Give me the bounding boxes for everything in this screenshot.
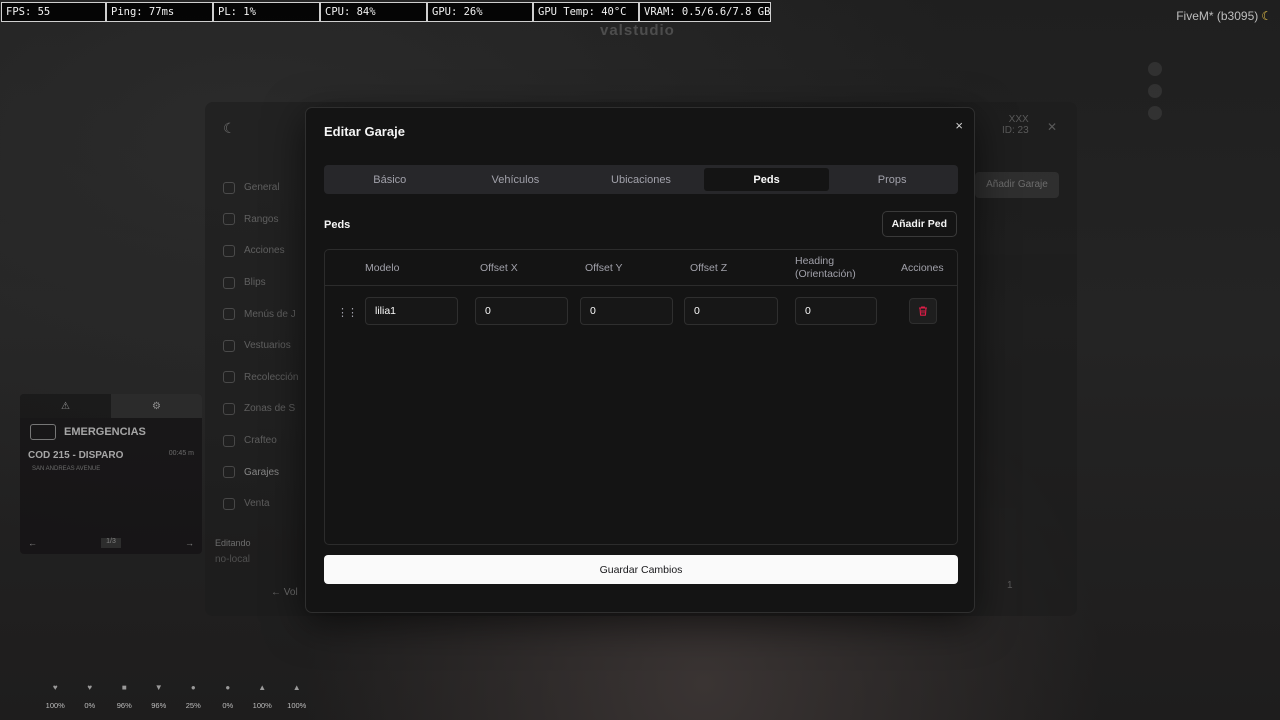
back-button[interactable]: ← Vol bbox=[271, 587, 298, 598]
column-header-offset-z: Offset Z bbox=[690, 261, 728, 274]
heading-input[interactable] bbox=[795, 297, 877, 325]
alert-tab-icon[interactable]: ⚠ bbox=[20, 394, 111, 418]
user-name: XXX bbox=[1008, 114, 1029, 125]
thirst-icon: ▼ bbox=[154, 683, 163, 692]
tab-basico[interactable]: Básico bbox=[327, 168, 453, 191]
emergency-page: 1/3 bbox=[101, 538, 121, 548]
fps-readout: FPS: 55 bbox=[1, 2, 106, 22]
drag-handle-icon[interactable]: ⋮⋮ bbox=[337, 306, 358, 319]
hunger-icon: ■ bbox=[121, 683, 127, 692]
emergency-logo bbox=[30, 424, 56, 440]
background-logo: valstudio bbox=[600, 22, 675, 39]
offset-x-input[interactable] bbox=[475, 297, 568, 325]
offset-z-input[interactable] bbox=[684, 297, 778, 325]
emergency-code: COD 215 - DISPARO bbox=[28, 450, 124, 461]
ping-readout: Ping: 77ms bbox=[106, 2, 213, 22]
emergency-time: 00:45 m bbox=[168, 450, 194, 457]
bank-icon bbox=[1148, 106, 1162, 120]
edit-garage-modal: Editar Garaje × Básico Vehículos Ubicaci… bbox=[305, 107, 975, 613]
tab-bar: Básico Vehículos Ubicaciones Peds Props bbox=[324, 165, 958, 194]
user-id: ID: 23 bbox=[1002, 125, 1029, 136]
save-changes-button[interactable]: Guardar Cambios bbox=[324, 555, 958, 584]
column-header-heading: Heading (Orientación) bbox=[795, 255, 856, 280]
job-icon bbox=[1148, 62, 1162, 76]
stamina-icon: ▲ bbox=[292, 683, 301, 692]
theme-toggle-icon[interactable]: ☾ bbox=[223, 120, 236, 137]
tab-peds[interactable]: Peds bbox=[703, 168, 830, 191]
health-icon: ♥ bbox=[52, 683, 58, 692]
status-hud: ♥ 100% ♥ 0% ■ 96% ▼ 96% ● 25% ● 0% ▲ 100% ▲ 100% bbox=[38, 683, 314, 713]
emergency-title: EMERGENCIAS bbox=[64, 426, 146, 438]
voice-value: 25% bbox=[185, 701, 201, 710]
oxygen-icon: ▲ bbox=[258, 683, 267, 692]
prev-arrow-icon[interactable]: ← bbox=[28, 538, 37, 548]
armor-icon: ♥ bbox=[87, 683, 93, 692]
editing-value: no-local bbox=[215, 554, 251, 565]
tab-ubicaciones[interactable]: Ubicaciones bbox=[578, 168, 704, 191]
stress-icon: ● bbox=[225, 683, 231, 692]
voice-icon: ● bbox=[190, 683, 196, 692]
model-input[interactable] bbox=[365, 297, 458, 325]
client-name: FiveM* (b3095) bbox=[1176, 9, 1259, 23]
emergency-card: ⚠ ⚙ EMERGENCIAS COD 215 - DISPARO 00:45 … bbox=[20, 394, 202, 554]
column-header-actions: Acciones bbox=[901, 261, 944, 274]
add-garage-button[interactable]: Añadir Garaje bbox=[975, 172, 1059, 198]
settings-tab-icon[interactable]: ⚙ bbox=[111, 394, 202, 418]
editing-label: Editando bbox=[215, 538, 251, 548]
add-ped-button[interactable]: Añadir Ped bbox=[881, 211, 957, 237]
performance-overlay: FPS: 55 Ping: 77ms PL: 1% CPU: 84% GPU: … bbox=[1, 2, 771, 22]
section-title: Peds bbox=[324, 219, 351, 231]
stress-value: 0% bbox=[222, 701, 234, 710]
vram-readout: VRAM: 0.5/6.6/7.8 GB bbox=[639, 2, 771, 22]
stamina-value: 100% bbox=[287, 701, 307, 710]
tab-vehiculos[interactable]: Vehículos bbox=[453, 168, 579, 191]
armor-value: 0% bbox=[84, 701, 96, 710]
editing-indicator: Editando no-local bbox=[215, 538, 251, 565]
panel-close-icon[interactable]: ✕ bbox=[1047, 120, 1057, 134]
hunger-value: 96% bbox=[116, 701, 132, 710]
packet-loss-readout: PL: 1% bbox=[213, 2, 320, 22]
emergency-street: SAN ANDREAS AVENUE bbox=[32, 466, 101, 472]
gpu-readout: GPU: 26% bbox=[427, 2, 533, 22]
next-arrow-icon[interactable]: → bbox=[185, 538, 194, 548]
right-hud bbox=[1148, 58, 1268, 124]
modal-title: Editar Garaje bbox=[324, 124, 405, 139]
peds-table: Modelo Offset X Offset Y Offset Z Headin… bbox=[324, 249, 958, 545]
delete-button[interactable] bbox=[909, 298, 937, 324]
gpu-temp-readout: GPU Temp: 40°C bbox=[533, 2, 639, 22]
cpu-readout: CPU: 84% bbox=[320, 2, 427, 22]
client-label: FiveM* (b3095) ☾ bbox=[1176, 9, 1272, 23]
column-header-offset-x: Offset X bbox=[480, 261, 518, 274]
health-value: 100% bbox=[45, 701, 65, 710]
column-header-model: Modelo bbox=[365, 261, 400, 274]
pagination-page[interactable]: 1 bbox=[1007, 580, 1013, 591]
user-info: XXX ID: 23 bbox=[1002, 114, 1029, 136]
money-icon bbox=[1148, 84, 1162, 98]
moon-icon: ☾ bbox=[1261, 9, 1272, 23]
table-row: ⋮⋮ bbox=[325, 286, 957, 338]
close-icon[interactable]: × bbox=[955, 118, 963, 133]
oxygen-value: 100% bbox=[252, 701, 272, 710]
offset-y-input[interactable] bbox=[580, 297, 673, 325]
tab-props[interactable]: Props bbox=[829, 168, 955, 191]
table-header: Modelo Offset X Offset Y Offset Z Headin… bbox=[325, 250, 957, 286]
thirst-value: 96% bbox=[151, 701, 167, 710]
column-header-offset-y: Offset Y bbox=[585, 261, 623, 274]
trash-icon bbox=[919, 306, 927, 316]
